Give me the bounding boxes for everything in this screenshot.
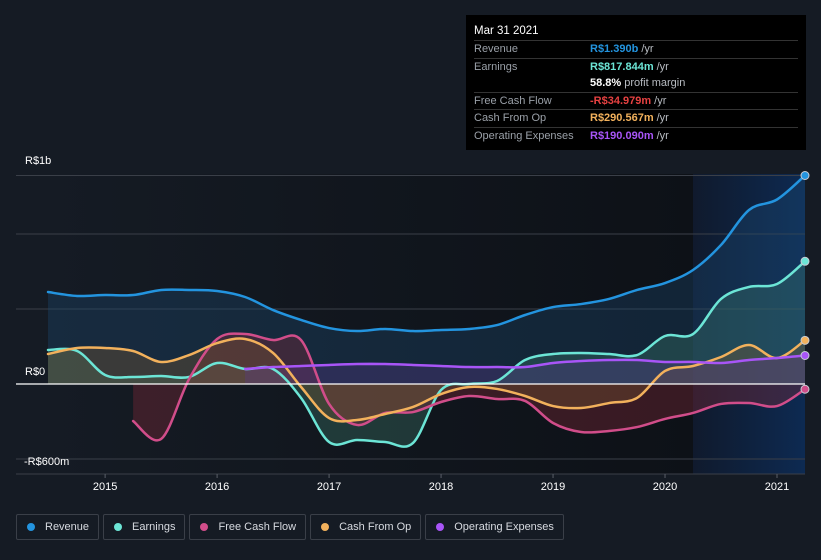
tooltip-label (474, 75, 590, 92)
y-tick-label: -R$600m (24, 456, 70, 468)
tooltip-row: Revenue R$1.390b/yr (474, 41, 798, 59)
tooltip-value: R$190.090m (590, 129, 654, 142)
legend-dot-icon (200, 523, 209, 531)
legend-item-cash-from-op[interactable]: Cash From Op (310, 514, 422, 540)
operating-expenses-endpoint (800, 351, 810, 360)
x-tick-label: 2017 (316, 481, 342, 493)
y-tick-label: R$0 (25, 366, 46, 378)
tooltip-label: Earnings (474, 60, 518, 73)
tooltip-value: 58.8% (590, 77, 622, 90)
legend: Revenue Earnings Free Cash Flow Cash From O… (16, 514, 564, 540)
tooltip-unit: /yr (656, 129, 669, 142)
tooltip-value: -R$34.979m (590, 94, 652, 107)
earnings-endpoint (800, 256, 810, 266)
tooltip-unit: /yr (654, 94, 667, 107)
x-tick-label: 2016 (204, 481, 230, 493)
legend-dot-icon (27, 523, 35, 531)
tooltip-row: Free Cash Flow -R$34.979m/yr (474, 93, 798, 111)
y-tick-label: R$1b (25, 155, 52, 167)
tooltip-value: R$1.390b (590, 43, 639, 55)
tooltip-unit: /yr (641, 43, 654, 55)
tooltip-label: Cash From Op (474, 112, 547, 125)
revenue-endpoint (800, 171, 810, 180)
tooltip-panel: Mar 31 2021 Revenue R$1.390b/yr Earnings R$… (466, 15, 806, 150)
tooltip-unit: /yr (656, 112, 669, 125)
legend-item-operating-expenses[interactable]: Operating Expenses (425, 514, 564, 540)
legend-dot-icon (114, 523, 123, 531)
legend-dot-icon (321, 523, 330, 531)
tooltip-row: Operating Expenses R$190.090m/yr (474, 128, 798, 145)
tooltip-label: Revenue (474, 43, 519, 55)
free-cash-flow-endpoint (800, 384, 810, 394)
legend-label: Cash From Op (339, 521, 412, 533)
tooltip-row: 58.8% profit margin (474, 75, 798, 93)
legend-label: Free Cash Flow (218, 521, 297, 533)
legend-label: Operating Expenses (454, 521, 554, 533)
legend-label: Earnings (132, 521, 176, 533)
x-tick-label: 2018 (428, 481, 454, 493)
tooltip-value: R$290.567m (590, 112, 654, 125)
cash-from-op-endpoint (800, 335, 810, 345)
x-tick-label: 2019 (540, 481, 566, 493)
tooltip-unit: profit margin (624, 77, 686, 90)
legend-item-free-cash-flow[interactable]: Free Cash Flow (189, 514, 307, 540)
x-tick-label: 2020 (652, 481, 678, 493)
tooltip-label: Free Cash Flow (474, 94, 552, 107)
x-tick-label: 2021 (764, 481, 790, 493)
tooltip-row: Earnings R$817.844m/yr (474, 59, 798, 76)
x-tick-label: 2015 (92, 481, 118, 493)
legend-label: Revenue (45, 521, 90, 533)
tooltip-date: Mar 31 2021 (474, 23, 798, 41)
legend-item-revenue[interactable]: Revenue (16, 514, 100, 540)
tooltip-row: Cash From Op R$290.567m/yr (474, 110, 798, 128)
legend-item-earnings[interactable]: Earnings (103, 514, 186, 540)
legend-dot-icon (436, 523, 445, 531)
tooltip-unit: /yr (656, 60, 669, 73)
tooltip-value: R$817.844m (590, 60, 654, 73)
tooltip-label: Operating Expenses (474, 129, 574, 142)
